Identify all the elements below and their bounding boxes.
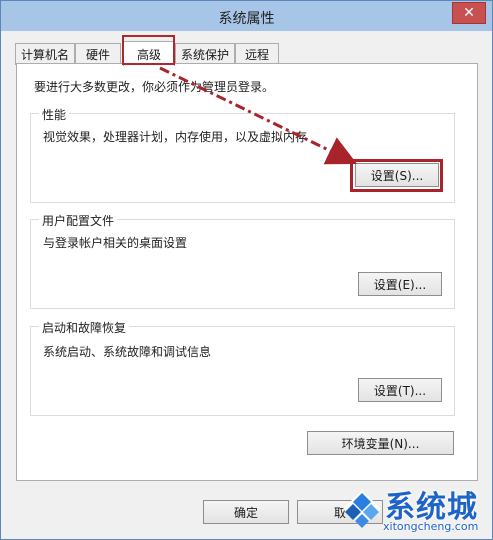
performance-settings-button[interactable]: 设置(S)... — [355, 163, 439, 187]
performance-description: 视觉效果，处理器计划，内存使用，以及虚拟内存 — [43, 130, 308, 144]
tab-system-protection[interactable]: 系统保护 — [175, 43, 235, 65]
user-profiles-description: 与登录帐户相关的桌面设置 — [43, 236, 188, 250]
ok-button[interactable]: 确定 — [203, 500, 289, 524]
close-icon: ✕ — [463, 5, 475, 21]
user-profiles-label: 用户配置文件 — [39, 212, 118, 229]
watermark-logo-icon — [343, 490, 381, 528]
tab-strip: 计算机名 硬件 高级 系统保护 远程 — [15, 41, 480, 66]
environment-variables-button[interactable]: 环境变量(N)... — [307, 431, 454, 455]
tab-computer-name[interactable]: 计算机名 — [15, 43, 75, 65]
startup-recovery-label: 启动和故障恢复 — [39, 319, 130, 336]
tab-hardware[interactable]: 硬件 — [75, 43, 121, 65]
watermark: 系统城 xitongcheng.com — [333, 480, 493, 540]
tab-remote[interactable]: 远程 — [235, 43, 279, 65]
performance-label: 性能 — [39, 106, 70, 123]
performance-group: 性能 视觉效果，处理器计划，内存使用，以及虚拟内存 — [30, 106, 455, 203]
tab-advanced[interactable]: 高级 — [123, 41, 175, 66]
admin-note: 要进行大多数更改，你必须作为管理员登录。 — [34, 80, 275, 94]
startup-recovery-group: 启动和故障恢复 系统启动、系统故障和调试信息 — [30, 319, 455, 416]
user-profiles-settings-button[interactable]: 设置(E)... — [358, 272, 442, 296]
close-button[interactable]: ✕ — [452, 2, 486, 24]
startup-recovery-description: 系统启动、系统故障和调试信息 — [43, 345, 212, 359]
window-title: 系统属性 — [218, 11, 275, 27]
startup-recovery-settings-button[interactable]: 设置(T)... — [358, 378, 442, 402]
title-bar: 系统属性 ✕ — [1, 1, 492, 31]
watermark-url: xitongcheng.com — [383, 520, 479, 533]
